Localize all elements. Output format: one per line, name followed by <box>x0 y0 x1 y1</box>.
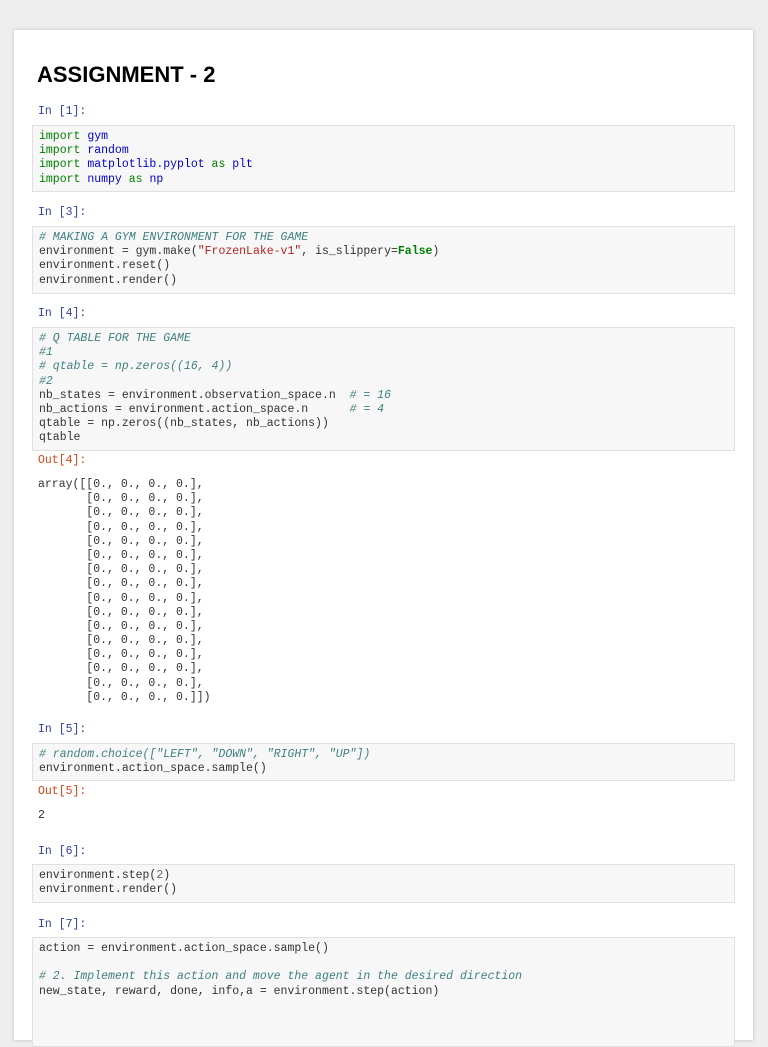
code-token: import <box>39 158 88 172</box>
output-line: [0., 0., 0., 0.], <box>38 634 204 648</box>
code-token: # = 16 <box>349 388 391 402</box>
output-line: array([[0., 0., 0., 0.], <box>38 478 204 491</box>
code-token: environment.step( <box>39 869 157 882</box>
output-prompt: Out[4]: <box>38 454 87 467</box>
code-token: environment.render() <box>39 273 178 287</box>
code-token: qtable <box>39 431 81 445</box>
code-token: # = 4 <box>349 402 385 416</box>
code-cell-input[interactable]: # MAKING A GYM ENVIRONMENT FOR THE GAME e… <box>32 226 735 294</box>
code-token: # Q TABLE FOR THE GAME <box>39 332 191 345</box>
code-line: # 2. Implement this action and move the … <box>39 970 734 984</box>
code-line: qtable = np.zeros((nb_states, nb_actions… <box>39 417 734 431</box>
code-token: #2 <box>39 374 53 388</box>
code-token: numpy <box>87 172 122 186</box>
output-line: [0., 0., 0., 0.], <box>38 492 204 506</box>
code-line: import gym <box>39 130 734 144</box>
code-token: # MAKING A GYM ENVIRONMENT FOR THE GAME <box>39 231 309 244</box>
code-line: environment.action_space.sample() <box>39 762 734 776</box>
code-token: random <box>87 144 129 158</box>
output-line: [0., 0., 0., 0.], <box>38 577 204 591</box>
code-line: # MAKING A GYM ENVIRONMENT FOR THE GAME <box>39 231 734 245</box>
code-cell-input[interactable]: action = environment.action_space.sample… <box>32 937 735 1047</box>
output-line: [0., 0., 0., 0.], <box>38 591 204 605</box>
code-line: # Q TABLE FOR THE GAME <box>39 332 734 346</box>
code-token: action = environment.action_space.sample… <box>39 942 329 955</box>
output-line: [0., 0., 0., 0.], <box>38 548 204 562</box>
code-token: import <box>39 172 88 186</box>
code-token: qtable = np.zeros((nb_states, nb_actions… <box>39 417 329 431</box>
output-line: [0., 0., 0., 0.], <box>38 605 204 619</box>
input-prompt: In [6]: <box>38 845 87 858</box>
input-prompt: In [3]: <box>38 206 87 219</box>
cell-output: 2 <box>38 809 45 823</box>
output-line: [0., 0., 0., 0.], <box>38 506 204 520</box>
code-token: # 2. Implement this action and move the … <box>39 970 523 984</box>
code-cell-input[interactable]: import gym import random import matplotlib… <box>32 125 735 192</box>
code-token: environment.reset() <box>39 259 171 273</box>
code-token: #1 <box>39 346 53 360</box>
code-token: , is_slippery= <box>301 245 398 259</box>
output-prompt: Out[5]: <box>38 785 87 798</box>
code-line: environment.reset() <box>39 259 734 273</box>
input-prompt: In [1]: <box>38 105 87 118</box>
code-line: import random <box>39 144 734 158</box>
output-line: 2 <box>38 809 45 822</box>
code-token: # random.choice(["LEFT", "DOWN", "RIGHT"… <box>39 748 371 761</box>
code-line: qtable <box>39 431 734 445</box>
code-token: matplotlib.pyplot <box>87 158 205 172</box>
code-token: environment = gym.make( <box>39 245 198 259</box>
code-line: environment.render() <box>39 274 734 288</box>
code-token: environment.action_space.sample() <box>39 762 267 776</box>
code-cell-input[interactable]: # Q TABLE FOR THE GAME #1 # qtable = np.ze… <box>32 327 735 451</box>
code-token: import <box>39 144 88 158</box>
code-token: new_state, reward, done, info,a = enviro… <box>39 984 440 998</box>
output-line: [0., 0., 0., 0.], <box>38 676 204 690</box>
code-token: np <box>149 172 164 186</box>
output-line: [0., 0., 0., 0.], <box>38 563 204 577</box>
code-token: as <box>204 158 233 172</box>
output-line: [0., 0., 0., 0.], <box>38 619 204 633</box>
output-line: [0., 0., 0., 0.]]) <box>38 690 211 704</box>
code-line: #1 <box>39 346 734 360</box>
code-token: False <box>397 245 433 259</box>
cell-output: array([[0., 0., 0., 0.], [0., 0., 0., 0.… <box>38 478 211 705</box>
output-line: [0., 0., 0., 0.], <box>38 520 204 534</box>
code-line: nb_actions = environment.action_space.n … <box>39 403 734 417</box>
code-line: environment.render() <box>39 883 734 897</box>
code-token: nb_actions = environment.action_space.n <box>39 402 350 416</box>
code-token: ) <box>432 245 440 259</box>
code-token: nb_states = environment.observation_spac… <box>39 388 350 402</box>
input-prompt: In [5]: <box>38 723 87 736</box>
code-token: import <box>39 130 88 143</box>
code-line: # random.choice(["LEFT", "DOWN", "RIGHT"… <box>39 748 734 762</box>
code-token: environment.render() <box>39 883 178 897</box>
code-token: plt <box>232 158 253 172</box>
code-token: as <box>121 172 150 186</box>
code-cell-input[interactable]: environment.step(2) environment.render() <box>32 864 735 903</box>
code-line: # qtable = np.zeros((16, 4)) <box>39 360 734 374</box>
code-line: import numpy as np <box>39 173 734 187</box>
notebook-page: ASSIGNMENT - 2 In [1]: import gym import r… <box>14 30 753 1047</box>
code-token: "FrozenLake-v1" <box>197 245 302 259</box>
code-line: nb_states = environment.observation_spac… <box>39 389 734 403</box>
code-token: # qtable = np.zeros((16, 4)) <box>39 360 233 374</box>
code-line: action = environment.action_space.sample… <box>39 942 734 956</box>
output-line: [0., 0., 0., 0.], <box>38 534 204 548</box>
code-line: #2 <box>39 375 734 389</box>
code-cell-input[interactable]: # random.choice(["LEFT", "DOWN", "RIGHT"… <box>32 743 735 781</box>
code-line: new_state, reward, done, info,a = enviro… <box>39 985 734 999</box>
code-token: gym <box>87 130 109 143</box>
code-line: environment.step(2) <box>39 869 734 883</box>
output-line: [0., 0., 0., 0.], <box>38 648 204 662</box>
input-prompt: In [4]: <box>38 307 87 320</box>
code-line: environment = gym.make("FrozenLake-v1", … <box>39 245 734 259</box>
code-line: import matplotlib.pyplot as plt <box>39 158 734 172</box>
page-title: ASSIGNMENT - 2 <box>37 62 216 87</box>
code-token: ) <box>163 869 171 882</box>
output-line: [0., 0., 0., 0.], <box>38 662 204 676</box>
input-prompt: In [7]: <box>38 918 87 931</box>
